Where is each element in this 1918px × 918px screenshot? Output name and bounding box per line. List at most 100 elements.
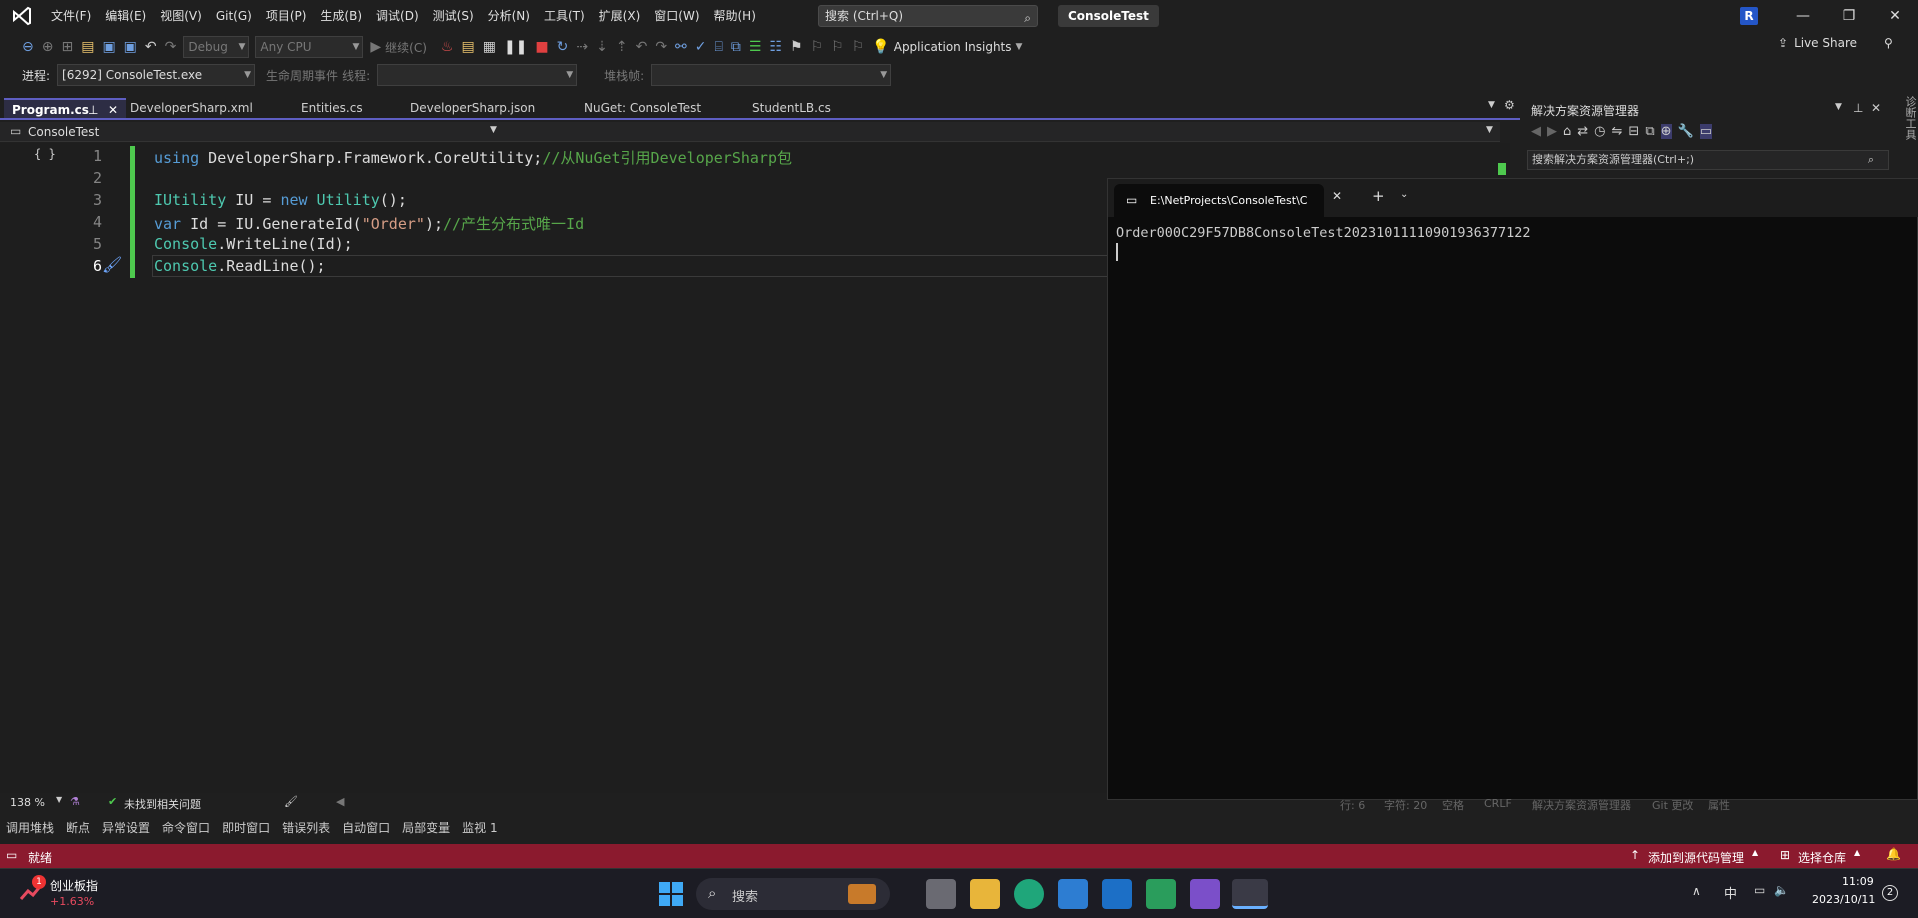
menu-item[interactable]: 分析(N) xyxy=(481,0,537,32)
network-icon[interactable]: ▭ xyxy=(1754,883,1765,897)
menu-item[interactable]: 调试(D) xyxy=(369,0,426,32)
terminal-app-icon[interactable] xyxy=(1232,879,1268,909)
forward-icon[interactable]: ▶ xyxy=(1547,124,1557,139)
redo-icon[interactable]: ↷ xyxy=(161,39,181,55)
taskbar-search[interactable]: ⌕ 搜索 xyxy=(696,878,890,910)
datagrip-icon[interactable] xyxy=(1146,879,1176,909)
menu-item[interactable]: 扩展(X) xyxy=(592,0,648,32)
chevron-up-icon[interactable]: ∧ xyxy=(1692,884,1701,898)
menu-item[interactable]: 帮助(H) xyxy=(707,0,763,32)
chevron-down-icon[interactable]: ▼ xyxy=(1016,42,1023,52)
tab-program-cs[interactable]: Program.cs ⊥ ✕ xyxy=(4,98,126,118)
menu-item[interactable]: 工具(T) xyxy=(537,0,592,32)
pin-icon[interactable]: ⊥ xyxy=(88,100,98,120)
tab-command-window[interactable]: 命令窗口 xyxy=(162,819,216,836)
terminal-window[interactable]: ▭ E:\NetProjects\ConsoleTest\C ✕ + ⌄ Ord… xyxy=(1107,178,1918,800)
step-over-icon[interactable]: ⇣ xyxy=(592,39,612,55)
history-icon[interactable]: ◷ xyxy=(1594,124,1605,139)
minimize-icon[interactable]: — xyxy=(1780,0,1826,32)
tab-developersharp-xml[interactable]: DeveloperSharp.xml xyxy=(122,98,253,118)
spellcheck-icon[interactable]: ✓ xyxy=(691,39,711,55)
select-repository-button[interactable]: 选择仓库 xyxy=(1798,849,1846,866)
clock-time[interactable]: 11:09 xyxy=(1842,875,1874,888)
menu-item[interactable]: 编辑(E) xyxy=(98,0,153,32)
tab-nuget[interactable]: NuGet: ConsoleTest xyxy=(576,98,701,118)
tab-immediate-window[interactable]: 即时窗口 xyxy=(222,819,276,836)
restore-icon[interactable]: ❐ xyxy=(1826,0,1872,32)
home-icon[interactable]: ⌂ xyxy=(1563,124,1571,139)
step-out-icon[interactable]: ⇡ xyxy=(612,39,632,55)
pin-icon[interactable]: ⊥ xyxy=(1853,101,1863,115)
chevron-down-icon[interactable]: ▼ xyxy=(490,125,497,135)
bookmark-clear-icon[interactable]: ⚐ xyxy=(848,39,869,55)
step-into-icon[interactable]: ⇢ xyxy=(572,39,592,55)
diagnostics-icon[interactable]: ⚯ xyxy=(671,39,691,55)
volume-icon[interactable]: 🔈 xyxy=(1774,883,1789,897)
new-project-icon[interactable]: ⊞ xyxy=(57,39,77,55)
bookmark-prev-icon[interactable]: ⚐ xyxy=(807,39,828,55)
task-view-icon[interactable] xyxy=(926,879,956,909)
undo-disabled-icon[interactable]: ↶ xyxy=(632,39,652,55)
close-tab-icon[interactable]: ✕ xyxy=(1332,189,1342,203)
visual-studio-icon[interactable] xyxy=(1190,879,1220,909)
tab-developersharp-json[interactable]: DeveloperSharp.json xyxy=(402,98,535,118)
thread-select[interactable]: ▼ xyxy=(377,64,578,86)
chevron-down-icon[interactable]: ▼ xyxy=(1486,125,1493,135)
chevron-down-icon[interactable]: ▼ xyxy=(56,795,62,804)
menu-item[interactable]: 生成(B) xyxy=(313,0,369,32)
bookmark-next-icon[interactable]: ⚐ xyxy=(827,39,848,55)
hot-reload-icon[interactable]: ♨ xyxy=(437,39,458,55)
add-to-source-control-button[interactable]: 添加到源代码管理 xyxy=(1648,849,1744,866)
comment-icon[interactable]: ☰ xyxy=(745,39,766,55)
threads-icon[interactable]: ⧉ xyxy=(727,39,745,55)
windows-start-icon[interactable] xyxy=(658,881,684,907)
play-icon[interactable]: ▶ xyxy=(366,39,385,55)
chevron-up-icon[interactable]: ▲ xyxy=(1854,848,1860,857)
ime-indicator[interactable]: 中 xyxy=(1724,883,1737,902)
intellicode-icon[interactable]: ⚗ xyxy=(70,795,80,808)
menu-item[interactable]: Git(G) xyxy=(209,0,259,32)
new-tab-icon[interactable]: + xyxy=(1372,187,1385,205)
gear-icon[interactable]: ⚙ xyxy=(1504,98,1515,112)
application-insights-button[interactable]: Application Insights xyxy=(894,40,1012,54)
avatar[interactable]: R xyxy=(1740,7,1758,25)
terminal-tab[interactable]: ▭ E:\NetProjects\ConsoleTest\C xyxy=(1114,184,1324,217)
tab-git-changes[interactable]: Git 更改 xyxy=(1652,797,1693,813)
save-all-icon[interactable]: ▣ xyxy=(120,39,141,55)
save-icon[interactable]: ▣ xyxy=(98,39,119,55)
issues-status[interactable]: 未找到相关问题 xyxy=(124,796,201,812)
wrench-icon[interactable]: 🔧 xyxy=(1678,124,1694,139)
scroll-left-icon[interactable]: ◀ xyxy=(336,795,344,808)
vscode-icon[interactable] xyxy=(1102,879,1132,909)
config-select[interactable]: Debug ▼ xyxy=(183,36,250,58)
chevron-down-icon[interactable]: ⌄ xyxy=(1400,189,1408,200)
menu-item[interactable]: 视图(V) xyxy=(153,0,209,32)
forward-icon[interactable]: ⊕ xyxy=(38,39,58,55)
code-cleanup-icon[interactable]: 🖌 xyxy=(284,795,298,808)
tab-solution-explorer[interactable]: 解决方案资源管理器 xyxy=(1532,797,1631,813)
redo-disabled-icon[interactable]: ↷ xyxy=(651,39,671,55)
menu-item[interactable]: 测试(S) xyxy=(426,0,481,32)
chevron-down-icon[interactable]: ▼ xyxy=(1835,102,1842,112)
switch-views-icon[interactable]: ⇄ xyxy=(1577,124,1588,139)
menu-item[interactable]: 项目(P) xyxy=(259,0,314,32)
side-toolbox-tab[interactable]: 诊断工具 xyxy=(1893,96,1918,156)
tab-entities-cs[interactable]: Entities.cs xyxy=(293,98,363,118)
filter-icon[interactable]: ⊕ xyxy=(1660,124,1672,139)
back-icon[interactable]: ⊖ xyxy=(18,39,38,55)
clock-date[interactable]: 2023/10/11 xyxy=(1812,893,1875,906)
pause-icon[interactable]: ❚❚ xyxy=(500,39,531,55)
close-tab-icon[interactable]: ✕ xyxy=(108,100,118,120)
stop-icon[interactable]: ■ xyxy=(531,39,552,55)
tab-call-stack[interactable]: 调用堆栈 xyxy=(6,819,60,836)
tab-autos[interactable]: 自动窗口 xyxy=(342,819,396,836)
restart-icon[interactable]: ↻ xyxy=(553,39,573,55)
tab-studentlb-cs[interactable]: StudentLB.cs xyxy=(744,98,831,118)
tab-exception-settings[interactable]: 异常设置 xyxy=(102,819,156,836)
bookmark-icon[interactable]: ⚑ xyxy=(786,39,807,55)
tab-breakpoints[interactable]: 断点 xyxy=(66,819,96,836)
folder-icon[interactable]: ▤ xyxy=(457,39,478,55)
tab-watch-1[interactable]: 监视 1 xyxy=(462,819,503,836)
outline-collapse-icon[interactable]: { } xyxy=(34,147,56,161)
menu-item[interactable]: 窗口(W) xyxy=(647,0,706,32)
